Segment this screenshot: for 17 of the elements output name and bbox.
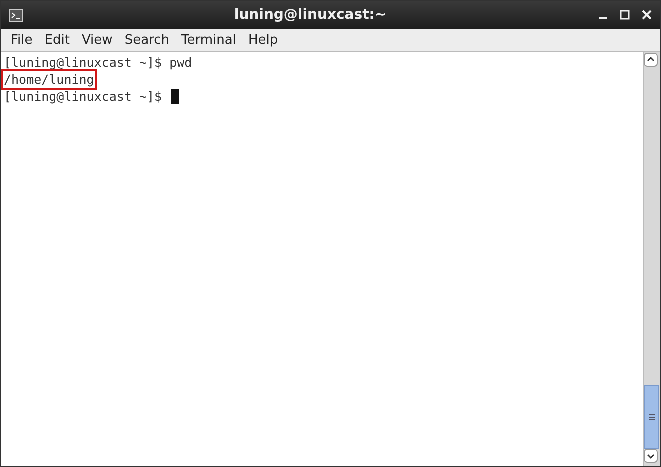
scroll-thumb[interactable] <box>644 385 659 449</box>
terminal-line: [luning@linuxcast ~]$ pwd <box>3 54 194 71</box>
menu-item[interactable]: View <box>76 32 119 48</box>
terminal-line: [luning@linuxcast ~]$ <box>3 88 164 105</box>
menu-item[interactable]: Edit <box>38 32 76 48</box>
terminal-line: /home/luning <box>3 71 96 88</box>
close-icon[interactable] <box>642 10 652 20</box>
menu-item[interactable]: Terminal <box>175 32 242 48</box>
menu-item[interactable]: Help <box>242 32 284 48</box>
scrollbar[interactable] <box>643 52 660 466</box>
maximize-icon[interactable] <box>620 10 630 20</box>
window-title: luning@linuxcast:~ <box>233 7 388 23</box>
menu-item[interactable]: Search <box>118 32 176 48</box>
terminal-icon <box>9 8 23 22</box>
scroll-down-icon[interactable] <box>644 449 658 463</box>
scroll-up-icon[interactable] <box>644 53 658 67</box>
menu-item[interactable]: File <box>5 32 39 48</box>
